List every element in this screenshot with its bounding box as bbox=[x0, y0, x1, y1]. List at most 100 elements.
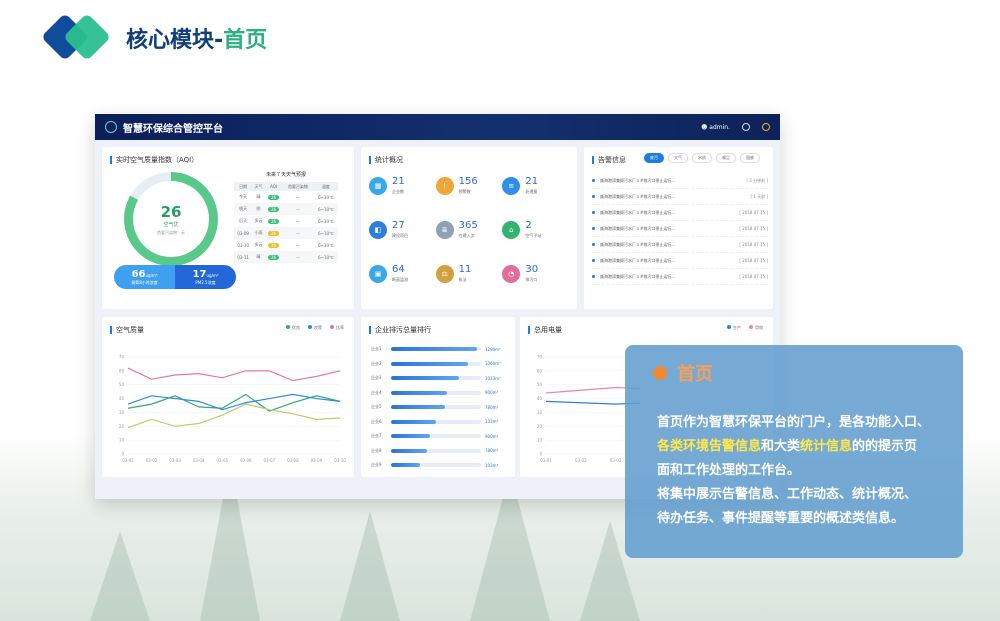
series-line bbox=[127, 367, 341, 382]
alarm-text: 威海港湾兼顾污水厂１#排污口停止运行… bbox=[600, 177, 676, 183]
help-icon[interactable] bbox=[742, 123, 750, 131]
page-header: 核心模块-首页 bbox=[40, 12, 268, 62]
rank-row[interactable]: 企业8 780m³ bbox=[371, 444, 511, 459]
power-icon[interactable] bbox=[762, 123, 770, 131]
stat-value: 365 bbox=[458, 220, 478, 231]
forecast-cell: 小雨 bbox=[252, 227, 265, 239]
alarm-tab[interactable]: 噪尘 bbox=[716, 153, 736, 163]
y-tick-label: 10 bbox=[537, 438, 543, 443]
legend-item: 生产 bbox=[727, 325, 741, 331]
stat-item[interactable]: ≡ 21 处理量 bbox=[502, 171, 569, 201]
page-title: 核心模块-首页 bbox=[126, 28, 268, 53]
pm25-card: 17ug/m³ PM2.5浓度 bbox=[175, 265, 236, 289]
alarm-item[interactable]: 威海港湾兼顾污水厂１#排污口停止运行… [ 2018.07.15 ] bbox=[592, 253, 768, 269]
forecast-cell: 明天 bbox=[234, 203, 253, 215]
stat-label: 排污口 bbox=[525, 277, 538, 282]
stat-label: 空气子站 bbox=[525, 233, 542, 238]
aqi-badge: 26 bbox=[267, 254, 280, 260]
alarm-tab[interactable]: 水质 bbox=[692, 153, 712, 163]
rank-value: 103m³ bbox=[485, 462, 499, 468]
alarm-item[interactable]: 威海港湾兼顾污水厂１#排污口停止运行… [ 2018.07.15 ] bbox=[592, 269, 768, 285]
legend-item: 良等 bbox=[308, 325, 322, 331]
y-tick-label: 50 bbox=[537, 382, 543, 387]
rank-row[interactable]: 企业9 103m³ bbox=[371, 458, 511, 473]
alarm-tab[interactable]: 大气 bbox=[668, 153, 688, 163]
forecast-cell: 26 bbox=[264, 251, 283, 263]
module-logo-icon bbox=[40, 12, 112, 62]
alarm-text: 威海港湾兼顾污水厂１#排污口停止运行… bbox=[600, 193, 676, 199]
rank-row[interactable]: 企业6 103m³ bbox=[371, 415, 511, 430]
alarm-text: 威海港湾兼顾污水厂１#排污口停止运行… bbox=[600, 257, 676, 263]
station-icon: ⌂ bbox=[502, 221, 521, 239]
app-brand: 智慧环保综合管控平台 bbox=[105, 120, 223, 135]
aqi-value: 26 bbox=[160, 202, 182, 221]
stat-item[interactable]: ▣ 64 断面监测 bbox=[369, 259, 436, 289]
alarm-item[interactable]: 威海港湾兼顾污水厂１#排污口停止运行… [ 1 天前 ] bbox=[592, 189, 768, 205]
alarm-panel: 告警信息 废污 大气 水质 噪尘 固废 威海港湾兼顾污水厂１#排污口停止运行… [ 2 … bbox=[584, 147, 773, 309]
user-menu[interactable]: ☻ admin. bbox=[701, 124, 730, 131]
y-tick-label: 30 bbox=[119, 410, 125, 415]
forecast-cell: 6~10℃ bbox=[318, 218, 334, 224]
rank-row[interactable]: 企业5 780m³ bbox=[371, 400, 511, 415]
rank-name: 企业6 bbox=[371, 418, 382, 424]
x-tick-label: 03-05 bbox=[216, 458, 228, 463]
rank-bar-track bbox=[391, 347, 481, 352]
alarm-item[interactable]: 威海港湾兼顾污水厂１#排污口停止运行… [ 2018.07.15 ] bbox=[592, 205, 768, 221]
y-tick-label: 20 bbox=[119, 424, 125, 429]
x-tick-label: 03-06 bbox=[240, 458, 252, 463]
forecast-cell: — bbox=[282, 227, 314, 239]
legend-item: 优良 bbox=[286, 325, 300, 331]
rank-bar bbox=[391, 376, 459, 381]
forecast-cell: 26 bbox=[264, 227, 283, 239]
stat-value: 64 bbox=[392, 264, 405, 275]
app-brand-name: 智慧环保综合管控平台 bbox=[123, 123, 223, 135]
stat-item[interactable]: ◧ 27 建设项目 bbox=[369, 215, 436, 245]
stat-value: 21 bbox=[525, 176, 539, 187]
stat-item[interactable]: ≣ 365 在建入次 bbox=[435, 215, 503, 245]
rank-bar bbox=[391, 448, 427, 453]
alarm-tab[interactable]: 固废 bbox=[740, 153, 760, 163]
bullet-dot-icon bbox=[653, 366, 667, 380]
description-text: 首页作为智慧环保平台的门户，是各功能入口、 各类环境告警信息和大类统计信息的的提… bbox=[657, 415, 931, 526]
rank-name: 企业1 bbox=[371, 346, 382, 352]
rank-row[interactable]: 企业4 900m³ bbox=[371, 386, 511, 401]
rank-name: 企业2 bbox=[371, 360, 382, 366]
rank-row[interactable]: 企业7 900m³ bbox=[371, 429, 511, 444]
forecast-cell: — bbox=[295, 194, 300, 200]
stat-item[interactable]: ⚖ 11 执法 bbox=[435, 259, 503, 289]
project-icon: ◧ bbox=[369, 221, 387, 239]
forecast-cell: 6~10℃ bbox=[318, 194, 334, 200]
alarm-time: [ 1 天前 ] bbox=[750, 193, 768, 199]
rank-value: 1280m³ bbox=[485, 346, 501, 352]
rank-bar-track bbox=[391, 405, 481, 410]
stat-item[interactable]: ▦ 21 企业数 bbox=[369, 171, 436, 201]
y-tick-label: 0 bbox=[539, 452, 542, 457]
alarm-item[interactable]: 威海港湾兼顾污水厂１#排污口停止运行… [ 2018.07.15 ] bbox=[592, 221, 768, 237]
alarm-time: [ 2018.07.15 ] bbox=[739, 226, 768, 231]
alarm-text: 威海港湾兼顾污水厂１#排污口停止运行… bbox=[600, 273, 676, 279]
y-tick-label: 70 bbox=[119, 355, 125, 360]
rank-value: 1060m³ bbox=[485, 361, 501, 367]
alarm-item[interactable]: 威海港湾兼顾污水厂１#排污口停止运行… [ 2 分钟前 ] bbox=[592, 173, 768, 189]
forecast-cell: 多云 bbox=[254, 242, 263, 247]
description-heading: 首页 bbox=[653, 360, 713, 386]
ranking-panel: 企业排污总量排行 企业1 1280m³ 企业2 1060m³ 企业3 1013m³ 企… bbox=[361, 317, 515, 477]
rank-row[interactable]: 企业3 1013m³ bbox=[371, 371, 511, 386]
stat-item[interactable]: ◔ 30 排污口 bbox=[502, 259, 569, 289]
rank-row[interactable]: 企业1 1280m³ bbox=[371, 342, 511, 357]
stat-item[interactable]: ⌂ 2 空气子站 bbox=[502, 215, 569, 245]
stat-item[interactable]: ! 156 预警数 bbox=[435, 171, 503, 201]
aqi-level: 空气优 bbox=[163, 221, 179, 228]
aqi-panel: 实时空气质量指数（AQI） 26 空气优 首要污染物：无 66ug/m³ 臭氧8… bbox=[102, 147, 354, 309]
app-topbar: 智慧环保综合管控平台 ☻ admin. bbox=[95, 114, 780, 140]
alarm-tab[interactable]: 废污 bbox=[644, 153, 664, 163]
rank-name: 企业8 bbox=[371, 447, 382, 453]
brand-logo-icon bbox=[105, 121, 117, 133]
alarm-time: [ 2018.07.15 ] bbox=[739, 258, 768, 263]
series-line bbox=[127, 403, 341, 429]
forecast-row: 03-11 晴 26—6~10℃ bbox=[234, 251, 338, 263]
alarm-item[interactable]: 威海港湾兼顾污水厂１#排污口停止运行… [ 2018.07.15 ] bbox=[592, 237, 768, 253]
aqi-badge: 26 bbox=[267, 242, 280, 248]
rank-row[interactable]: 企业2 1060m³ bbox=[371, 357, 511, 372]
rank-name: 企业3 bbox=[371, 375, 382, 381]
